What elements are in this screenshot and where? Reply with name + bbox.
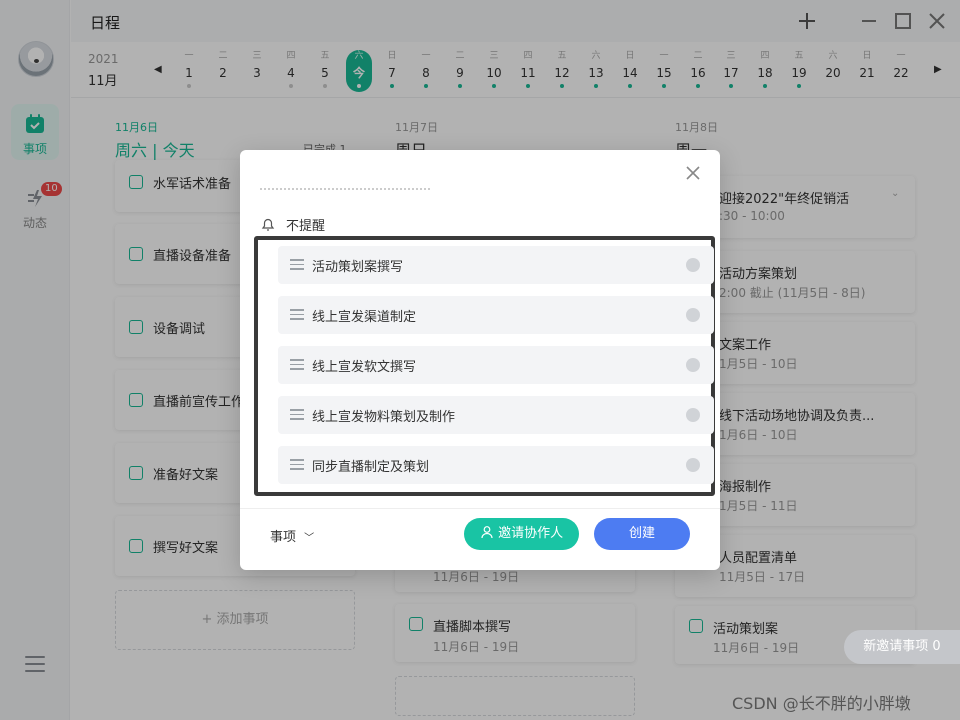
create-event-dialog: 不提醒 活动策划案撰写 线上宣发渠道制定 线上宣发软文撰写 线上宣发物料策划及制…: [240, 150, 720, 570]
subtask-item[interactable]: 同步直播制定及策划: [278, 446, 714, 484]
bell-icon: [261, 218, 275, 231]
drag-handle-icon[interactable]: [290, 259, 304, 273]
chevron-down-icon: ﹀: [304, 533, 315, 544]
subtask-title: 活动策划案撰写: [312, 260, 404, 275]
user-icon: [481, 526, 493, 539]
subtask-item[interactable]: 线上宣发软文撰写: [278, 346, 714, 384]
subtask-title: 同步直播制定及策划: [312, 460, 430, 475]
create-button[interactable]: 创建: [594, 518, 690, 550]
remove-icon[interactable]: [686, 258, 700, 272]
drag-handle-icon[interactable]: [290, 359, 304, 373]
remove-icon[interactable]: [686, 358, 700, 372]
invite-label: 邀请协作人: [498, 526, 564, 541]
type-label: 事项: [270, 530, 297, 545]
drag-handle-icon[interactable]: [290, 459, 304, 473]
drag-handle-icon[interactable]: [290, 409, 304, 423]
new-invites-tab[interactable]: 新邀请事项 0: [844, 630, 960, 664]
drag-handle-icon[interactable]: [290, 309, 304, 323]
invite-collaborator-button[interactable]: 邀请协作人: [464, 518, 579, 550]
subtask-item[interactable]: 线上宣发物料策划及制作: [278, 396, 714, 434]
remove-icon[interactable]: [686, 408, 700, 422]
subtask-list: 活动策划案撰写 线上宣发渠道制定 线上宣发软文撰写 线上宣发物料策划及制作 同步…: [254, 236, 715, 496]
remove-icon[interactable]: [686, 308, 700, 322]
remove-icon[interactable]: [686, 458, 700, 472]
type-selector[interactable]: 事项 ﹀: [270, 526, 314, 545]
watermark: CSDN @长不胖的小胖墩: [732, 694, 911, 713]
subtask-item[interactable]: 活动策划案撰写: [278, 246, 714, 284]
reminder-label: 不提醒: [286, 219, 326, 234]
subtask-title: 线上宣发软文撰写: [312, 360, 417, 375]
subtask-title: 线上宣发渠道制定: [312, 310, 417, 325]
divider: [240, 508, 720, 509]
scrolled-content: [260, 188, 430, 192]
close-icon[interactable]: [684, 164, 702, 182]
subtask-item[interactable]: 线上宣发渠道制定: [278, 296, 714, 334]
subtask-title: 线上宣发物料策划及制作: [312, 410, 456, 425]
